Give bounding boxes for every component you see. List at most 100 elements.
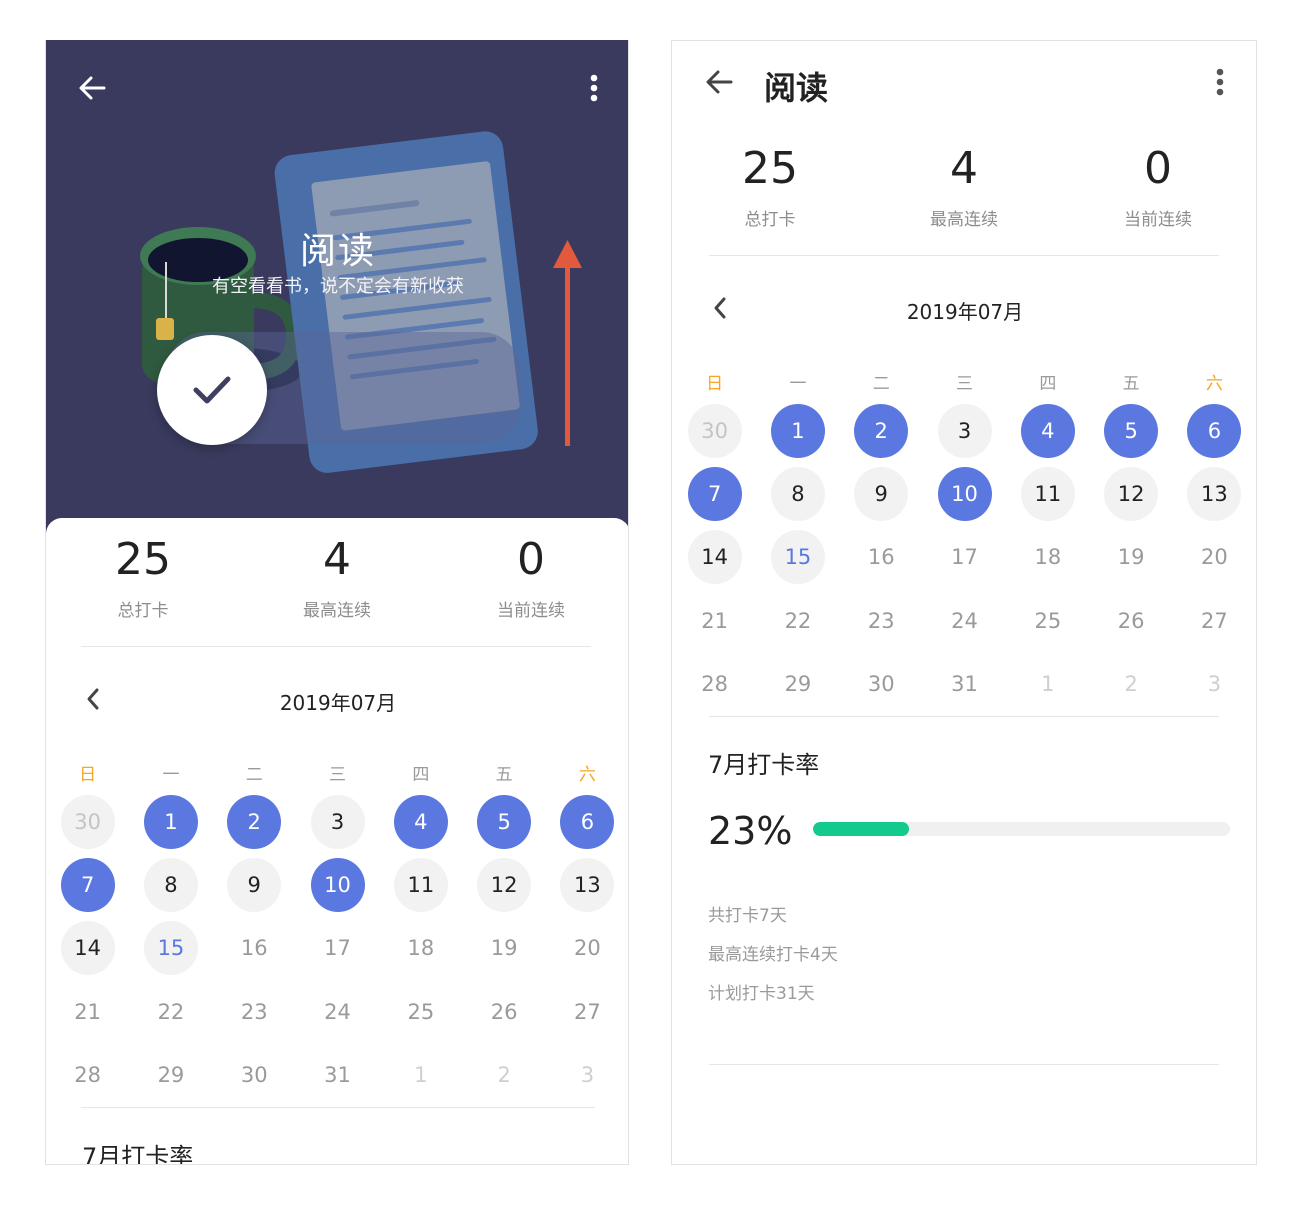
hero-title: 阅读 xyxy=(299,231,376,272)
calendar-day[interactable]: 11 xyxy=(1006,462,1089,525)
calendar-day[interactable]: 12 xyxy=(1089,462,1172,525)
stat-label: 当前连续 xyxy=(497,601,565,621)
calendar-day-number: 7 xyxy=(60,857,115,912)
calendar-day[interactable]: 13 xyxy=(1173,462,1256,525)
calendar-day[interactable]: 29 xyxy=(129,1043,212,1106)
calendar-day-number: 12 xyxy=(1104,466,1159,521)
calendar-day[interactable]: 27 xyxy=(546,980,628,1043)
calendar-day[interactable]: 26 xyxy=(462,980,545,1043)
calendar-day[interactable]: 19 xyxy=(1089,526,1172,589)
calendar-day[interactable]: 13 xyxy=(546,853,628,916)
calendar-day[interactable]: 16 xyxy=(213,917,296,980)
back-button[interactable] xyxy=(697,60,741,104)
calendar-day[interactable]: 31 xyxy=(296,1043,379,1106)
calendar-day-number: 31 xyxy=(324,1062,351,1087)
calendar-day-number: 22 xyxy=(784,608,812,633)
calendar-day[interactable]: 10 xyxy=(923,462,1006,525)
calendar-day[interactable]: 7 xyxy=(673,462,756,525)
calendar-day[interactable]: 10 xyxy=(296,853,379,916)
stat-value: 4 xyxy=(323,534,351,585)
calendar-day[interactable]: 1 xyxy=(756,399,839,462)
calendar-day[interactable]: 14 xyxy=(673,526,756,589)
weekday-label: 二 xyxy=(245,765,263,785)
calendar-day[interactable]: 1 xyxy=(129,790,212,853)
calendar-day[interactable]: 17 xyxy=(923,526,1006,589)
calendar-day[interactable]: 7 xyxy=(46,853,129,916)
rate-percent: 23% xyxy=(708,809,793,853)
calendar-day[interactable]: 6 xyxy=(1173,399,1256,462)
calendar-day[interactable]: 6 xyxy=(546,790,628,853)
calendar-day-number: 27 xyxy=(1201,608,1228,633)
calendar-day[interactable]: 14 xyxy=(46,917,129,980)
calendar-day[interactable]: 1 xyxy=(1006,652,1089,715)
summary-planned-days: 计划打卡31天 xyxy=(708,984,815,1004)
calendar-day-number: 16 xyxy=(867,545,895,570)
calendar-day[interactable]: 29 xyxy=(756,652,839,715)
more-options-button[interactable] xyxy=(1198,60,1242,104)
calendar-day[interactable]: 30 xyxy=(213,1043,296,1106)
calendar-day[interactable]: 23 xyxy=(840,589,923,652)
calendar-day[interactable]: 22 xyxy=(129,980,212,1043)
calendar-day[interactable]: 8 xyxy=(129,853,212,916)
arrow-left-icon xyxy=(79,76,106,100)
calendar-day[interactable]: 28 xyxy=(673,652,756,715)
calendar-day[interactable]: 1 xyxy=(379,1043,462,1106)
back-button[interactable] xyxy=(70,66,114,110)
calendar-day[interactable]: 30 xyxy=(840,652,923,715)
calendar-day[interactable]: 22 xyxy=(756,589,839,652)
calendar-day-number: 3 xyxy=(1207,671,1222,696)
calendar-day[interactable]: 2 xyxy=(1089,652,1172,715)
calendar-day[interactable]: 21 xyxy=(673,589,756,652)
calendar-day[interactable]: 18 xyxy=(1006,526,1089,589)
calendar-day[interactable]: 24 xyxy=(923,589,1006,652)
calendar-day[interactable]: 16 xyxy=(840,526,923,589)
calendar-day[interactable]: 2 xyxy=(213,790,296,853)
calendar-day[interactable]: 26 xyxy=(1089,589,1172,652)
calendar-day-number: 2 xyxy=(854,403,909,458)
calendar-day[interactable]: 4 xyxy=(1006,399,1089,462)
calendar-day[interactable]: 15 xyxy=(129,917,212,980)
calendar-day[interactable]: 11 xyxy=(379,853,462,916)
calendar-day[interactable]: 3 xyxy=(296,790,379,853)
stat-value: 0 xyxy=(517,534,545,585)
calendar-day[interactable]: 9 xyxy=(840,462,923,525)
calendar-day[interactable]: 9 xyxy=(213,853,296,916)
stat-current-streak: 0 当前连续 xyxy=(1061,143,1255,230)
calendar-day[interactable]: 8 xyxy=(756,462,839,525)
hero-banner: 阅读 有空看看书，说不定会有新收获 xyxy=(46,40,628,540)
calendar-day[interactable]: 30 xyxy=(46,790,129,853)
calendar-day[interactable]: 31 xyxy=(923,652,1006,715)
calendar-day[interactable]: 25 xyxy=(379,980,462,1043)
stats-row: 25 总打卡 4 最高连续 0 当前连续 xyxy=(673,143,1255,230)
arrow-left-icon xyxy=(706,70,733,94)
calendar-day[interactable]: 27 xyxy=(1173,589,1256,652)
calendar-day[interactable]: 25 xyxy=(1006,589,1089,652)
calendar-day[interactable]: 5 xyxy=(462,790,545,853)
calendar-day[interactable]: 15 xyxy=(756,526,839,589)
stat-label: 总打卡 xyxy=(117,601,169,621)
calendar-day[interactable]: 19 xyxy=(462,917,545,980)
calendar-day-number: 18 xyxy=(1034,545,1062,570)
calendar-day[interactable]: 17 xyxy=(296,917,379,980)
calendar-day[interactable]: 12 xyxy=(462,853,545,916)
calendar-day[interactable]: 18 xyxy=(379,917,462,980)
more-options-button[interactable] xyxy=(572,66,616,110)
calendar-day[interactable]: 28 xyxy=(46,1043,129,1106)
calendar-day[interactable]: 3 xyxy=(1173,652,1256,715)
calendar-day[interactable]: 20 xyxy=(1173,526,1256,589)
calendar-day[interactable]: 21 xyxy=(46,980,129,1043)
calendar-day[interactable]: 30 xyxy=(673,399,756,462)
calendar-grid: 30 1 2 3 4 5 6 7 8 9 10 11 12 13 14 15 16 17 18 19 20 21 22 23 2… xyxy=(673,399,1256,715)
calendar-day[interactable]: 3 xyxy=(923,399,1006,462)
calendar-day[interactable]: 5 xyxy=(1089,399,1172,462)
calendar-day[interactable]: 2 xyxy=(840,399,923,462)
calendar-day[interactable]: 4 xyxy=(379,790,462,853)
calendar-day[interactable]: 2 xyxy=(462,1043,545,1106)
stat-max-streak: 4 最高连续 xyxy=(867,143,1061,230)
calendar-day-number: 3 xyxy=(580,1062,595,1087)
calendar-day[interactable]: 3 xyxy=(546,1043,628,1106)
check-in-button[interactable] xyxy=(157,335,267,445)
calendar-day[interactable]: 24 xyxy=(296,980,379,1043)
calendar-day[interactable]: 20 xyxy=(546,917,628,980)
calendar-day[interactable]: 23 xyxy=(213,980,296,1043)
